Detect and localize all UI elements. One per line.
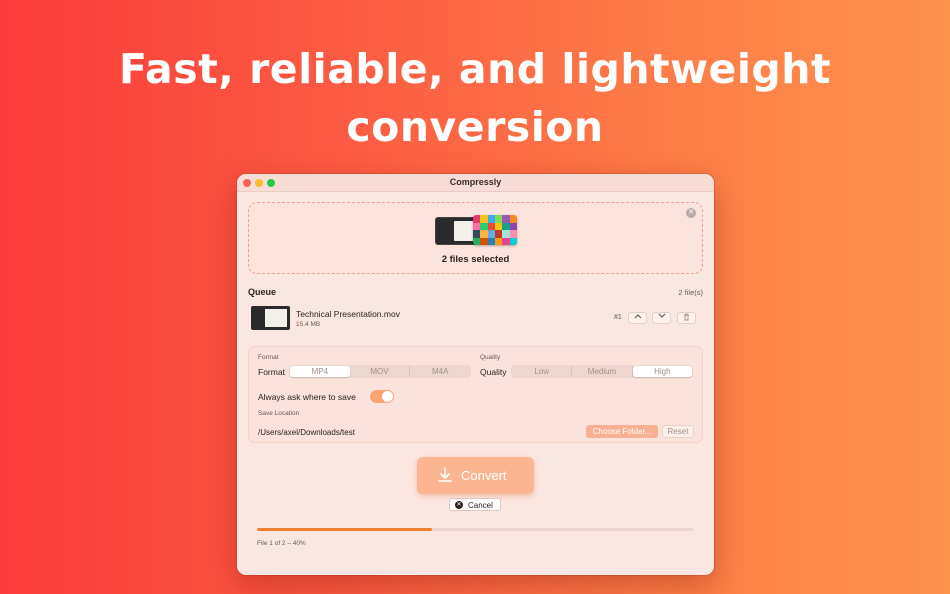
download-arrow-icon <box>438 467 452 482</box>
file-thumbnail-image <box>473 215 517 245</box>
file-drop-zone[interactable]: ✕ 2 files selected <box>248 202 703 274</box>
cancel-button[interactable]: ✕ Cancel <box>449 498 501 511</box>
format-option-mp4[interactable]: MP4 <box>290 366 350 377</box>
quality-option-low[interactable]: Low <box>512 366 573 377</box>
save-location-section-label: Save Location <box>258 410 300 417</box>
queue-item-name: Technical Presentation.mov <box>296 309 400 319</box>
convert-button[interactable]: Convert <box>417 457 534 494</box>
delete-item-button[interactable] <box>677 312 696 324</box>
move-down-button[interactable] <box>652 312 671 324</box>
progress-bar <box>257 528 694 531</box>
reset-button[interactable]: Reset <box>662 425 694 438</box>
ask-save-label: Always ask where to save <box>258 392 356 402</box>
close-circle-icon[interactable]: ✕ <box>686 208 696 218</box>
quality-section-label: Quality <box>480 354 501 361</box>
queue-item-index: #1 <box>614 314 622 321</box>
progress-fill <box>257 528 432 531</box>
move-up-button[interactable] <box>628 312 647 324</box>
headline: Fast, reliable, and lightweight conversi… <box>0 40 950 156</box>
cancel-circle-icon: ✕ <box>455 501 463 509</box>
format-label: Format <box>258 367 285 377</box>
quality-option-high[interactable]: High <box>632 366 692 377</box>
quality-segmented-control: Low Medium High <box>511 365 693 378</box>
save-path: /Users/axel/Downloads/test <box>258 428 355 437</box>
app-window: Compressly ✕ 2 files selected Queue 2 fi… <box>237 174 714 575</box>
cancel-label: Cancel <box>468 501 493 510</box>
queue-count: 2 file(s) <box>678 288 703 297</box>
convert-label: Convert <box>461 468 507 483</box>
files-selected-label: 2 files selected <box>441 254 510 265</box>
title-bar: Compressly <box>237 174 714 192</box>
chevron-down-icon <box>658 313 665 318</box>
queue-title: Queue <box>248 287 277 297</box>
format-option-m4a[interactable]: M4A <box>410 366 470 377</box>
chevron-up-icon <box>634 314 641 319</box>
queue-item-size: 15.4 MB <box>296 321 321 328</box>
queue-item: Technical Presentation.mov 15.4 MB #1 <box>251 306 701 330</box>
settings-panel: Format Format MP4 MOV M4A Quality Qualit… <box>248 346 703 443</box>
ask-save-toggle[interactable] <box>370 390 394 403</box>
window-title: Compressly <box>449 177 502 187</box>
headline-line-1: Fast, reliable, and lightweight <box>118 45 832 93</box>
queue-item-thumbnail <box>251 306 290 330</box>
quality-option-medium[interactable]: Medium <box>572 366 633 377</box>
trash-icon <box>684 313 689 321</box>
choose-folder-button[interactable]: Choose Folder... <box>586 425 658 438</box>
format-section-label: Format <box>258 354 279 361</box>
format-segmented-control: MP4 MOV M4A <box>289 365 471 378</box>
format-option-mov[interactable]: MOV <box>350 366 411 377</box>
quality-label: Quality <box>480 367 507 377</box>
progress-text: File 1 of 2 – 40% <box>257 540 306 547</box>
headline-line-2: conversion <box>346 103 604 151</box>
